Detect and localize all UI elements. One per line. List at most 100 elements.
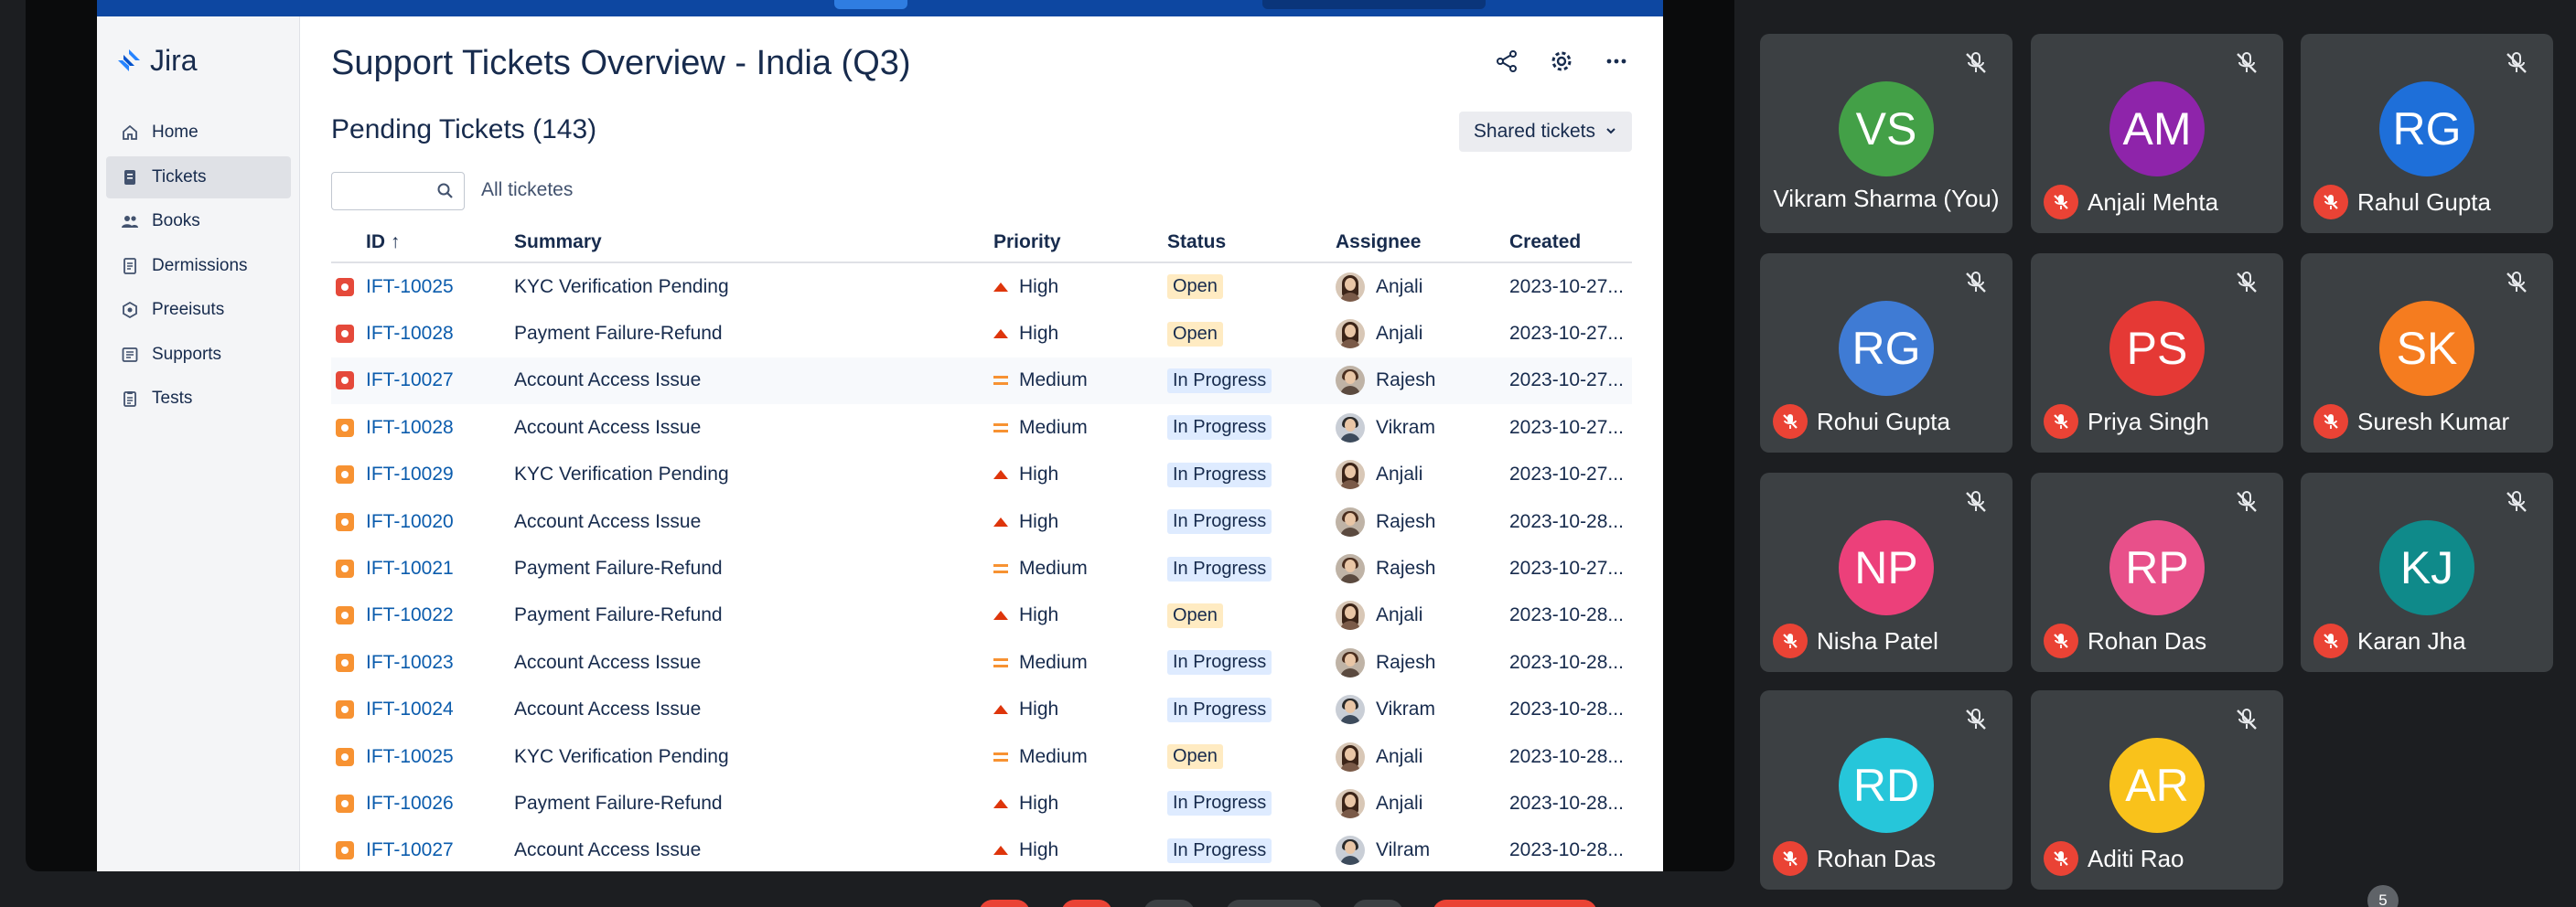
participant-overflow-badge[interactable]: 5: [2367, 885, 2399, 907]
status-badge[interactable]: In Progress: [1167, 415, 1272, 441]
sidebar-item-preeisuts[interactable]: Preeisuts: [106, 289, 291, 331]
mic-off-icon: [2313, 185, 2348, 219]
ticket-summary[interactable]: Account Access Issue: [514, 417, 993, 439]
table-row[interactable]: IFT-10028 Payment Failure-Refund High Open A…: [331, 310, 1632, 357]
ticket-created: 2023-10-27...: [1509, 416, 1624, 438]
status-badge[interactable]: In Progress: [1167, 462, 1272, 487]
table-row[interactable]: IFT-10028 Account Access Issue Medium In Pr…: [331, 404, 1632, 451]
ticket-summary[interactable]: Account Access Issue: [514, 652, 993, 674]
table-row[interactable]: IFT-10027 Account Access Issue Medium In Pr…: [331, 357, 1632, 405]
ticket-summary[interactable]: Account Access Issue: [514, 839, 993, 861]
table-row[interactable]: IFT-10020 Account Access Issue High In Prog…: [331, 498, 1632, 545]
ticket-id-link[interactable]: IFT-10022: [366, 604, 514, 626]
table-row[interactable]: IFT-10024 Account Access Issue High In Prog…: [331, 687, 1632, 733]
status-badge[interactable]: In Progress: [1167, 556, 1272, 582]
ticket-summary[interactable]: Account Access Issue: [514, 511, 993, 533]
ticket-summary[interactable]: Payment Failure-Refund: [514, 323, 993, 345]
more-actions-button[interactable]: [1352, 900, 1403, 907]
ticket-id-link[interactable]: IFT-10026: [366, 793, 514, 815]
status-badge[interactable]: In Progress: [1167, 650, 1272, 676]
participant-tile[interactable]: PS Priya Singh: [2031, 253, 2283, 453]
more-options-icon[interactable]: [1599, 44, 1634, 79]
ticket-summary[interactable]: Payment Failure-Refund: [514, 604, 993, 626]
gear-icon[interactable]: [1544, 44, 1579, 79]
ticket-priority: Medium: [1019, 651, 1088, 673]
sidebar-item-dermissions[interactable]: Dermissions: [106, 245, 291, 287]
status-badge[interactable]: Open: [1167, 744, 1223, 770]
participant-tile[interactable]: VS Vikram Sharma (You): [1760, 34, 2012, 233]
participant-tile[interactable]: KJ Karan Jha: [2301, 473, 2553, 672]
table-row[interactable]: IFT-10023 Account Access Issue Medium In Pr…: [331, 639, 1632, 686]
status-badge[interactable]: In Progress: [1167, 509, 1272, 535]
participant-tile[interactable]: RD Rohan Das: [1760, 690, 2012, 890]
col-summary-header[interactable]: Summary: [514, 231, 993, 253]
ticket-id-link[interactable]: IFT-10024: [366, 699, 514, 720]
ticket-summary[interactable]: Payment Failure-Refund: [514, 558, 993, 580]
shared-tickets-dropdown[interactable]: Shared tickets: [1458, 112, 1632, 152]
grid-icon: [121, 346, 139, 364]
status-badge[interactable]: In Progress: [1167, 697, 1272, 722]
ticket-id-link[interactable]: IFT-10023: [366, 652, 514, 674]
table-row[interactable]: IFT-10026 Payment Failure-Refund High In Pr…: [331, 780, 1632, 827]
sidebar-item-home[interactable]: Home: [106, 112, 291, 154]
ticket-id-link[interactable]: IFT-10028: [366, 417, 514, 439]
participant-tile[interactable]: NP Nisha Patel: [1760, 473, 2012, 672]
sidebar-item-tickets[interactable]: Tickets: [106, 155, 291, 198]
table-row[interactable]: IFT-10027 Account Access Issue High In Prog…: [331, 827, 1632, 871]
ticket-id-link[interactable]: IFT-10029: [366, 464, 514, 486]
table-row[interactable]: IFT-10025 KYC Verification Pending High Ope…: [331, 263, 1632, 310]
col-created-header[interactable]: Created: [1509, 231, 1632, 253]
filter-label[interactable]: All ticketes: [481, 179, 573, 201]
ticket-id-link[interactable]: IFT-10021: [366, 558, 514, 580]
ticket-id-link[interactable]: IFT-10027: [366, 369, 514, 391]
col-status-header[interactable]: Status: [1167, 231, 1336, 253]
camera-off-button[interactable]: [1061, 900, 1112, 907]
ticket-summary[interactable]: Account Access Issue: [514, 369, 993, 391]
status-badge[interactable]: Open: [1167, 274, 1223, 300]
table-row[interactable]: IFT-10025 KYC Verification Pending Medium O…: [331, 733, 1632, 780]
col-priority-header[interactable]: Priority: [993, 231, 1167, 253]
sidebar-item-books[interactable]: Books: [106, 200, 291, 242]
present-button[interactable]: [1226, 900, 1323, 907]
participant-tile[interactable]: RG Rahul Gupta: [2301, 34, 2553, 233]
topbar-active-tab[interactable]: [834, 0, 907, 9]
brand[interactable]: Jira: [115, 44, 198, 78]
ticket-assignee: Rajesh: [1376, 369, 1436, 391]
participant-tile[interactable]: RP Rohan Das: [2031, 473, 2283, 672]
search-input[interactable]: [332, 173, 433, 208]
col-assignee-header[interactable]: Assignee: [1336, 231, 1509, 253]
ticket-id-link[interactable]: IFT-10028: [366, 323, 514, 345]
ticket-id-link[interactable]: IFT-10025: [366, 276, 514, 298]
ticket-id-link[interactable]: IFT-10027: [366, 839, 514, 861]
leave-call-button[interactable]: [1433, 900, 1597, 907]
ticket-summary[interactable]: Account Access Issue: [514, 699, 993, 720]
participant-tile[interactable]: AR Aditi Rao: [2031, 690, 2283, 890]
participant-avatar: KJ: [2379, 520, 2474, 615]
share-icon[interactable]: [1489, 44, 1524, 79]
status-badge[interactable]: Open: [1167, 603, 1223, 628]
table-row[interactable]: IFT-10022 Payment Failure-Refund High Open A…: [331, 592, 1632, 639]
priority-high-icon: [993, 705, 1008, 715]
search-icon[interactable]: [436, 182, 455, 205]
ticket-summary[interactable]: Payment Failure-Refund: [514, 793, 993, 815]
col-id-header[interactable]: ID ↑: [366, 231, 514, 253]
table-row[interactable]: IFT-10021 Payment Failure-Refund Medium In …: [331, 545, 1632, 592]
topbar-search[interactable]: [1262, 0, 1486, 9]
participant-tile[interactable]: SK Suresh Kumar: [2301, 253, 2553, 453]
sidebar-item-supports[interactable]: Supports: [106, 334, 291, 376]
status-badge[interactable]: Open: [1167, 321, 1223, 347]
ticket-id-link[interactable]: IFT-10025: [366, 746, 514, 768]
sidebar-item-tests[interactable]: Tests: [106, 378, 291, 420]
ticket-id-link[interactable]: IFT-10020: [366, 511, 514, 533]
ticket-summary[interactable]: KYC Verification Pending: [514, 276, 993, 298]
status-badge[interactable]: In Progress: [1167, 368, 1272, 393]
ticket-summary[interactable]: KYC Verification Pending: [514, 464, 993, 486]
mic-off-button[interactable]: [979, 900, 1030, 907]
table-row[interactable]: IFT-10029 KYC Verification Pending High In …: [331, 452, 1632, 498]
ticket-summary[interactable]: KYC Verification Pending: [514, 746, 993, 768]
status-badge[interactable]: In Progress: [1167, 838, 1272, 863]
status-badge[interactable]: In Progress: [1167, 791, 1272, 816]
participant-tile[interactable]: RG Rohui Gupta: [1760, 253, 2012, 453]
captions-button[interactable]: [1143, 900, 1195, 907]
participant-tile[interactable]: AM Anjali Mehta: [2031, 34, 2283, 233]
